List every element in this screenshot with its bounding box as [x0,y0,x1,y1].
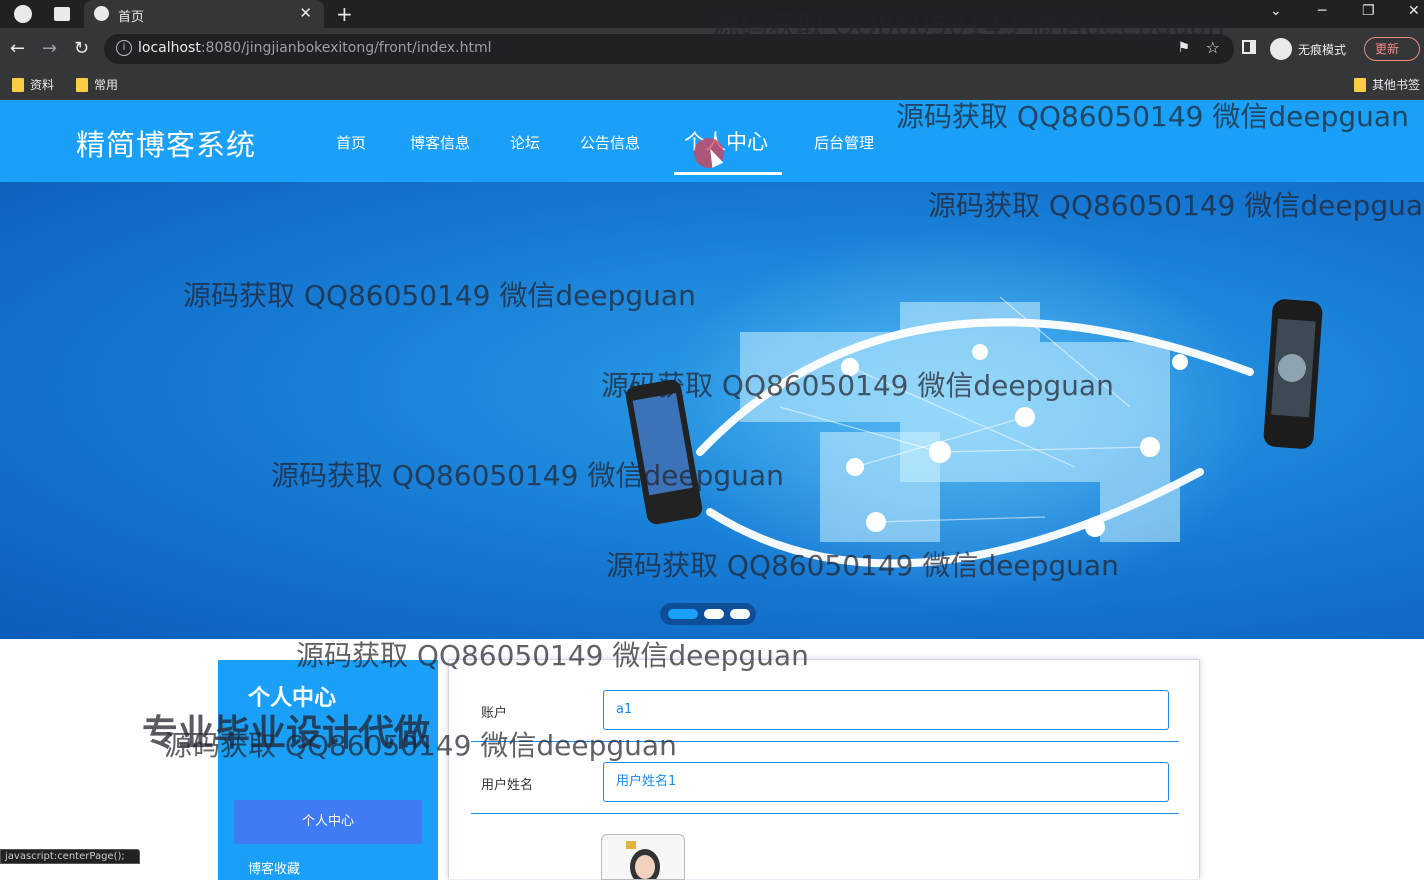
nav-active-underline [674,172,782,175]
nav-blog-info[interactable]: 博客信息 [410,132,470,153]
tab-overview-icon[interactable] [54,7,70,21]
bookmark-label: 其他书签 [1372,78,1421,92]
folder-icon [1354,77,1366,92]
bookmark-star-icon[interactable]: ☆ [1206,38,1220,57]
bookmarks-bar: 资料 常用 其他书签 [0,70,1424,100]
nav-home[interactable]: 首页 [336,132,366,153]
info-icon[interactable]: i [116,40,132,56]
nav-announcements[interactable]: 公告信息 [580,132,640,153]
avatar-bow [626,841,636,849]
avatar-face [635,855,655,879]
browser-menu-icon[interactable] [14,5,32,23]
incognito-indicator[interactable]: 无痕模式 [1270,38,1346,60]
bookmark-folder-changyong[interactable]: 常用 [76,76,118,93]
incognito-icon [1270,38,1292,60]
folder-icon [12,77,24,92]
form-row-username: 用户姓名 用户姓名1 [471,742,1179,814]
browser-tab-active[interactable]: 首页 ✕ [84,0,324,28]
sidebar-item-personal-center[interactable]: 个人中心 [234,800,422,844]
site-logo[interactable]: 精简博客系统 [76,122,256,164]
bookmark-folder-ziliao[interactable]: 资料 [12,76,54,93]
phone-right [1263,299,1323,449]
update-button[interactable]: 更新 [1364,37,1420,61]
browser-toolbar: ← → ↻ i localhost:8080/jingjianbokexiton… [0,28,1424,70]
url-host: localhost [138,40,201,56]
minimize-icon[interactable]: ─ [1318,3,1326,19]
url-text: localhost:8080/jingjianbokexitong/front/… [138,40,491,56]
carousel-indicators [660,603,756,625]
sidebar-item-blog-favorites[interactable]: 博客收藏 [248,858,300,877]
url-path: :8080/jingjianbokexitong/front/index.htm… [200,40,492,56]
extension-icon[interactable]: ⚑ [1177,40,1190,56]
status-bar: javascript:centerPage(); [0,849,140,864]
avatar-image[interactable] [601,834,685,880]
nav-forum[interactable]: 论坛 [510,132,540,153]
restore-icon[interactable]: ❐ [1362,3,1375,19]
account-input[interactable]: a1 [603,690,1169,730]
nav-admin[interactable]: 后台管理 [814,132,874,153]
reload-icon[interactable]: ↻ [74,38,89,59]
bookmark-folder-other[interactable]: 其他书签 [1354,76,1420,93]
bookmark-label: 资料 [30,78,55,92]
side-panel-icon[interactable] [1242,40,1256,54]
carousel-dot-1[interactable] [668,609,698,619]
back-icon[interactable]: ← [10,38,25,59]
personal-center-sidebar: 个人中心 个人中心 博客收藏 [218,660,438,880]
form-row-account: 账户 a1 [471,670,1179,742]
profile-form: 账户 a1 用户姓名 用户姓名1 [448,659,1200,880]
tab-search-icon[interactable]: ⌄ [1270,3,1282,19]
globe-icon [94,6,109,21]
carousel-dot-2[interactable] [704,609,724,619]
watermark-big-text: 专业毕业设计代做 [142,713,431,754]
carousel-dot-3[interactable] [730,609,750,619]
close-tab-icon[interactable]: ✕ [299,4,312,22]
incognito-label: 无痕模式 [1298,42,1347,57]
forward-icon[interactable]: → [42,38,57,59]
browser-tab-strip: 首页 ✕ + ⌄ ─ ❐ ✕ [0,0,1424,28]
banner-carousel[interactable] [0,182,1424,639]
bookmark-label: 常用 [94,78,119,92]
address-bar[interactable]: i localhost:8080/jingjianbokexitong/fron… [104,34,1234,64]
new-tab-icon[interactable]: + [336,2,353,26]
tab-title: 首页 [118,10,145,25]
folder-icon [76,77,88,92]
username-input[interactable]: 用户姓名1 [603,762,1169,802]
banner-illustration [625,227,1323,607]
close-window-icon[interactable]: ✕ [1408,3,1420,19]
username-label: 用户姓名 [481,778,534,793]
account-label: 账户 [481,706,508,721]
